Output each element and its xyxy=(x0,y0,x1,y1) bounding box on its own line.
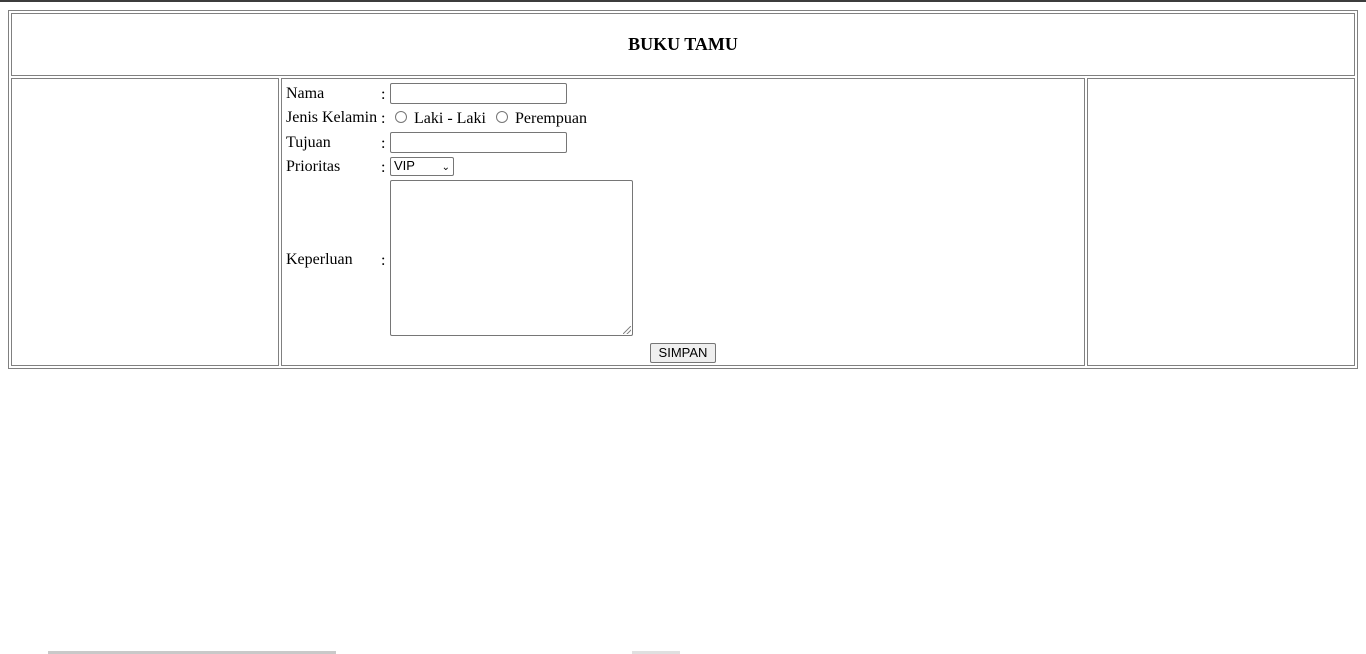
radio-laki-laki-label: Laki - Laki xyxy=(414,110,486,127)
resize-grip-icon[interactable] xyxy=(623,326,631,334)
prioritas-selected-value: VIP xyxy=(394,158,415,173)
nama-input[interactable] xyxy=(390,83,567,104)
tujuan-colon: : xyxy=(381,135,386,152)
nama-colon: : xyxy=(381,86,386,103)
simpan-button[interactable]: SIMPAN xyxy=(650,343,716,363)
nama-label: Nama xyxy=(286,85,325,102)
radio-laki-laki[interactable] xyxy=(395,111,407,123)
page-title: BUKU TAMU xyxy=(628,34,738,54)
header-cell: BUKU TAMU xyxy=(11,13,1355,76)
prioritas-select[interactable]: VIP ⌄ xyxy=(390,157,454,176)
tujuan-input[interactable] xyxy=(390,132,567,153)
keperluan-colon: : xyxy=(381,252,386,269)
left-empty-cell xyxy=(11,78,279,366)
jenis-kelamin-label: Jenis Kelamin xyxy=(286,109,378,126)
keperluan-label: Keperluan xyxy=(286,251,353,268)
prioritas-colon: : xyxy=(381,159,386,176)
keperluan-textarea[interactable] xyxy=(390,180,633,336)
radio-perempuan[interactable] xyxy=(496,111,508,123)
radio-perempuan-label: Perempuan xyxy=(515,110,587,127)
jenis-kelamin-colon: : xyxy=(381,110,386,127)
browser-top-border xyxy=(0,0,1366,2)
chevron-down-icon: ⌄ xyxy=(441,162,450,173)
right-empty-cell xyxy=(1087,78,1355,366)
prioritas-label: Prioritas xyxy=(286,158,341,175)
tujuan-label: Tujuan xyxy=(286,134,331,151)
